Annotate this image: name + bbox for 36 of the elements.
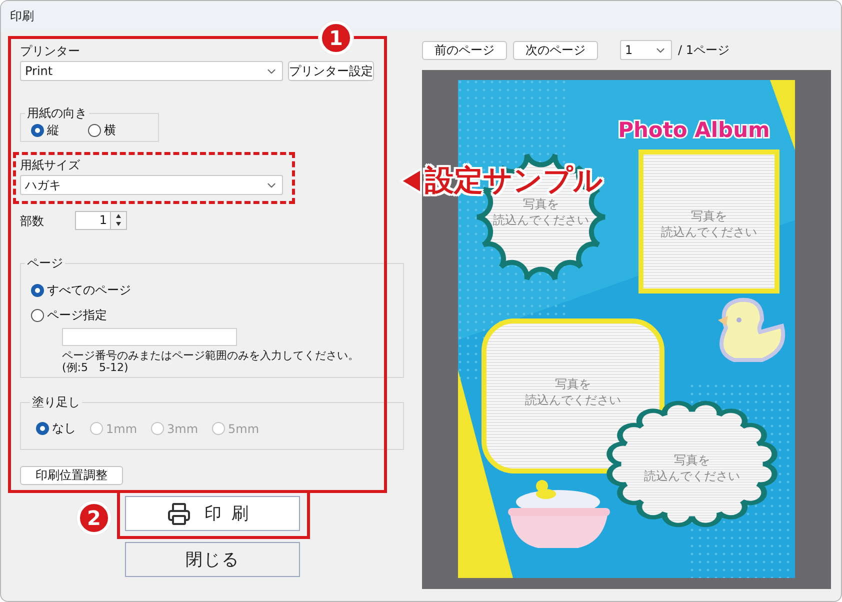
placeholder-text: 写真を 読込んでください [525, 377, 621, 407]
position-adjust-button[interactable]: 印刷位置調整 [20, 466, 123, 485]
radio-option[interactable]: ページ指定 [31, 307, 107, 324]
placeholder-text: 写真を 読込んでください [493, 197, 589, 227]
page-total-text: / 1ページ [678, 42, 730, 58]
paper-size-label: 用紙サイズ [20, 158, 81, 172]
step-number-badge: 1 [319, 21, 353, 55]
window-title: 印刷 [10, 8, 34, 24]
printer-label: プリンター [20, 44, 81, 58]
duck-drawing [718, 298, 786, 362]
paper-size-select[interactable]: ハガキ [20, 175, 283, 195]
group-label: ページ [26, 255, 64, 272]
help-text: ページ番号のみまたはページ範囲のみを入力してください。 [62, 350, 360, 362]
radio-option[interactable]: 縦 [31, 122, 59, 139]
pointer-arrow-icon [399, 167, 423, 195]
radio-option[interactable]: なし [36, 420, 76, 437]
page-select[interactable]: 1 [620, 40, 672, 60]
next-page-button[interactable]: 次のページ [513, 40, 598, 60]
printer-select[interactable]: Print [20, 61, 283, 81]
example-text: (例:5 5-12) [62, 362, 130, 374]
album-title: Photo Album [618, 118, 770, 142]
radio-option[interactable]: すべてのページ [31, 282, 131, 299]
placeholder-text: 写真を 読込んでください [661, 209, 757, 239]
close-button[interactable]: 閉じる [125, 542, 300, 577]
placeholder-text: 写真を 読込んでください [644, 453, 740, 483]
print-button[interactable]: 印刷 [125, 496, 300, 531]
group-label: 用紙の向き [26, 105, 88, 122]
previous-page-button[interactable]: 前のページ [422, 40, 507, 60]
copies-label: 部数 [20, 214, 44, 228]
printer-icon [166, 502, 190, 526]
step-number-badge: 2 [77, 501, 111, 535]
radio-option[interactable]: 横 [88, 122, 116, 139]
printer-settings-button[interactable]: プリンター設定 [288, 61, 374, 81]
group-label: 塗り足し [31, 394, 81, 411]
copies-spinner[interactable]: 1 [75, 211, 127, 230]
page-range-field[interactable] [62, 328, 237, 346]
